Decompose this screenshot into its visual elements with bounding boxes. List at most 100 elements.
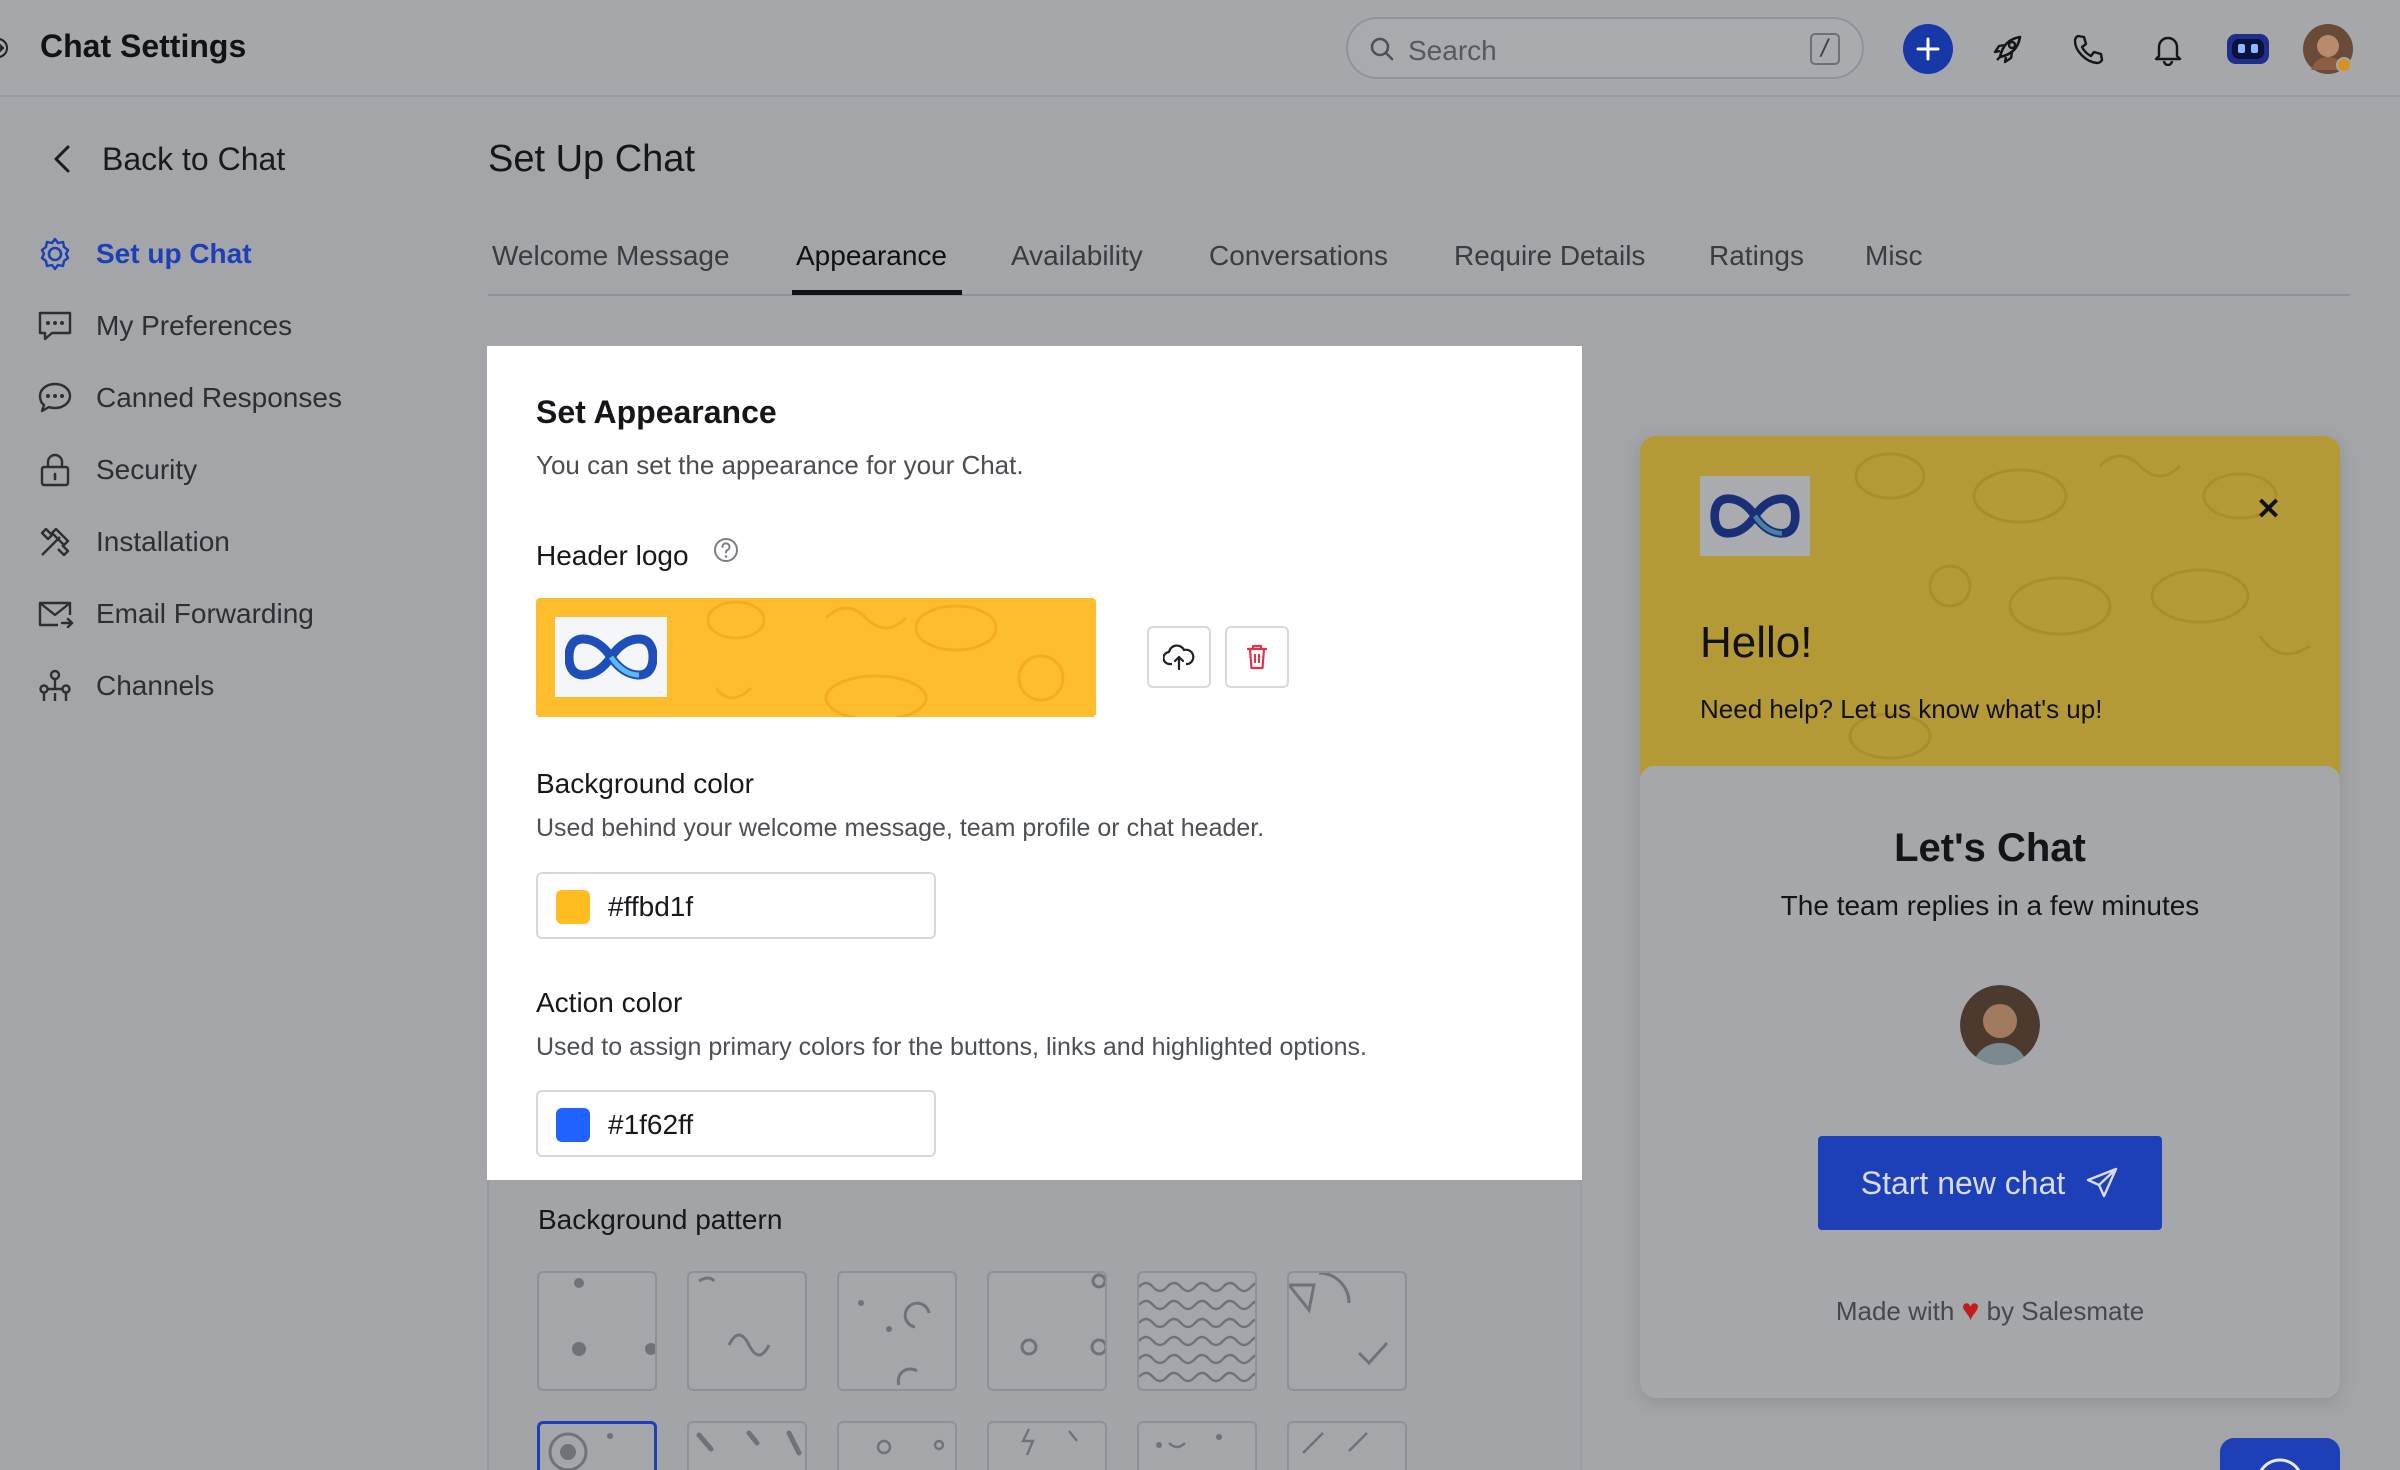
action-color-value: #1f62ff bbox=[608, 1109, 694, 1140]
tab-welcome-message[interactable]: Welcome Message bbox=[492, 240, 730, 272]
sidebar-item-label: My Preferences bbox=[96, 310, 293, 341]
speech-bubble-icon bbox=[38, 382, 72, 413]
chat-settings-icon bbox=[38, 311, 72, 341]
pattern-option-shapes[interactable] bbox=[1285, 1271, 1407, 1391]
background-color-description: Used behind your welcome message, team p… bbox=[536, 814, 1265, 842]
pattern-arcs-icon bbox=[858, 1300, 931, 1386]
infinity-logo-icon bbox=[1710, 494, 1800, 538]
pattern-option-lines[interactable] bbox=[1287, 1421, 1407, 1470]
search-shortcut: / bbox=[1810, 33, 1840, 65]
background-color-input[interactable]: #ffbd1f bbox=[536, 872, 936, 939]
chat-launcher-button[interactable] bbox=[2220, 1438, 2340, 1470]
company-logo bbox=[555, 617, 667, 697]
widget-lets-chat: Let's Chat bbox=[1894, 826, 2086, 870]
action-color-swatch[interactable] bbox=[556, 1108, 590, 1142]
infinity-logo-icon bbox=[565, 634, 657, 680]
tab-ratings[interactable]: Ratings bbox=[1709, 240, 1804, 272]
pattern-squiggle-icon bbox=[698, 1276, 771, 1357]
gear-icon bbox=[40, 237, 70, 271]
sidebar-item-label: Channels bbox=[96, 670, 215, 701]
tab-appearance[interactable]: Appearance bbox=[796, 240, 947, 272]
pattern-rings-icon bbox=[1020, 1273, 1108, 1356]
section-subtitle: You can set the appearance for your Chat… bbox=[536, 450, 1024, 480]
sidebar-item-channels[interactable]: Channels bbox=[36, 666, 214, 706]
pattern-option-lightning[interactable] bbox=[987, 1421, 1107, 1470]
background-color-swatch[interactable] bbox=[556, 890, 590, 924]
back-to-chat-link[interactable]: Back to Chat bbox=[50, 139, 285, 179]
sidebar-item-my-preferences[interactable]: My Preferences bbox=[36, 306, 292, 346]
pattern-option-squiggle[interactable] bbox=[687, 1271, 807, 1391]
channels-icon bbox=[39, 669, 71, 701]
pattern-option-waves[interactable] bbox=[1137, 1271, 1266, 1391]
pattern-option-smiles[interactable] bbox=[1137, 1421, 1257, 1470]
phone-button[interactable] bbox=[2063, 24, 2113, 74]
pattern-option-doodle-selected[interactable] bbox=[537, 1421, 657, 1470]
action-color-input[interactable]: #1f62ff bbox=[536, 1090, 936, 1157]
action-color-description: Used to assign primary colors for the bu… bbox=[536, 1033, 1368, 1061]
sidebar-item-label: Set up Chat bbox=[96, 238, 252, 269]
add-button[interactable] bbox=[1903, 24, 1953, 74]
plus-icon bbox=[1916, 37, 1940, 61]
active-tab-indicator bbox=[792, 290, 962, 295]
cloud-upload-icon bbox=[1163, 644, 1195, 671]
notifications-button[interactable] bbox=[2143, 24, 2193, 74]
section-title: Set Appearance bbox=[536, 394, 777, 430]
widget-logo bbox=[1700, 476, 1810, 556]
tab-availability[interactable]: Availability bbox=[1011, 240, 1143, 272]
pattern-circles-icon bbox=[876, 1439, 945, 1455]
sidebar-item-label: Email Forwarding bbox=[96, 598, 314, 629]
tab-misc[interactable]: Misc bbox=[1865, 240, 1923, 272]
sidebar-item-email-forwarding[interactable]: Email Forwarding bbox=[36, 594, 314, 634]
search-input[interactable]: Search bbox=[1408, 35, 1497, 67]
sidebar-item-canned-responses[interactable]: Canned Responses bbox=[36, 378, 342, 418]
pattern-lightning-icon bbox=[1021, 1428, 1078, 1456]
widget-greeting: Hello! bbox=[1700, 618, 1813, 667]
pattern-option-rings[interactable] bbox=[987, 1271, 1108, 1391]
top-bar: Chat Settings Search / bbox=[0, 0, 2400, 97]
made-with-footer: Made with ♥ by Salesmate bbox=[1640, 1294, 2340, 1328]
help-icon[interactable] bbox=[712, 536, 740, 564]
tab-conversations[interactable]: Conversations bbox=[1209, 240, 1388, 272]
agent-avatar bbox=[1960, 985, 2040, 1065]
pattern-option-arcs[interactable] bbox=[837, 1271, 957, 1391]
chat-launcher-icon bbox=[2259, 1458, 2301, 1470]
sidebar-item-security[interactable]: Security bbox=[36, 450, 197, 490]
upload-logo-button[interactable] bbox=[1147, 626, 1211, 688]
rocket-button[interactable] bbox=[1983, 24, 2033, 74]
tab-require-details[interactable]: Require Details bbox=[1454, 240, 1645, 272]
trash-icon bbox=[1247, 644, 1267, 670]
avatar-icon bbox=[2303, 24, 2353, 74]
lock-icon bbox=[40, 453, 70, 487]
agent-avatar-icon bbox=[1960, 985, 2040, 1065]
start-new-chat-label: Start new chat bbox=[1860, 1164, 2066, 1201]
pattern-doodle-icon bbox=[548, 1432, 613, 1470]
pattern-option-dots[interactable] bbox=[537, 1271, 657, 1391]
back-to-chat-label: Back to Chat bbox=[102, 140, 286, 177]
search-icon bbox=[1370, 37, 1394, 61]
close-icon[interactable]: ✕ bbox=[2256, 492, 2281, 527]
pattern-smiles-icon bbox=[1156, 1434, 1222, 1449]
pattern-confetti-icon bbox=[696, 1430, 802, 1456]
expand-arrow-icon[interactable] bbox=[0, 36, 14, 60]
widget-help-text: Need help? Let us know what's up! bbox=[1700, 694, 2103, 724]
bot-icon bbox=[2227, 34, 2269, 64]
background-color-label: Background color bbox=[536, 768, 754, 799]
delete-logo-button[interactable] bbox=[1225, 626, 1289, 688]
widget-reply-time: The team replies in a few minutes bbox=[1780, 890, 2200, 921]
send-icon bbox=[2087, 1167, 2118, 1198]
heart-icon: ♥ bbox=[1961, 1294, 1980, 1327]
user-avatar[interactable] bbox=[2303, 24, 2353, 74]
background-pattern-label: Background pattern bbox=[538, 1204, 783, 1235]
search-box[interactable]: Search / bbox=[1346, 17, 1864, 79]
sidebar-item-installation[interactable]: Installation bbox=[36, 522, 230, 562]
rocket-icon bbox=[1993, 35, 2022, 64]
start-new-chat-button[interactable]: Start new chat bbox=[1818, 1136, 2162, 1230]
ai-assistant-button[interactable] bbox=[2223, 24, 2273, 74]
chevron-left-icon bbox=[54, 145, 70, 173]
pattern-option-confetti[interactable] bbox=[687, 1421, 807, 1470]
sidebar-item-label: Security bbox=[96, 454, 198, 485]
sidebar-item-setup-chat[interactable]: Set up Chat bbox=[36, 234, 252, 274]
pattern-option-circles[interactable] bbox=[837, 1421, 957, 1470]
header-logo-preview bbox=[536, 598, 1096, 717]
app-title: Chat Settings bbox=[40, 28, 247, 64]
